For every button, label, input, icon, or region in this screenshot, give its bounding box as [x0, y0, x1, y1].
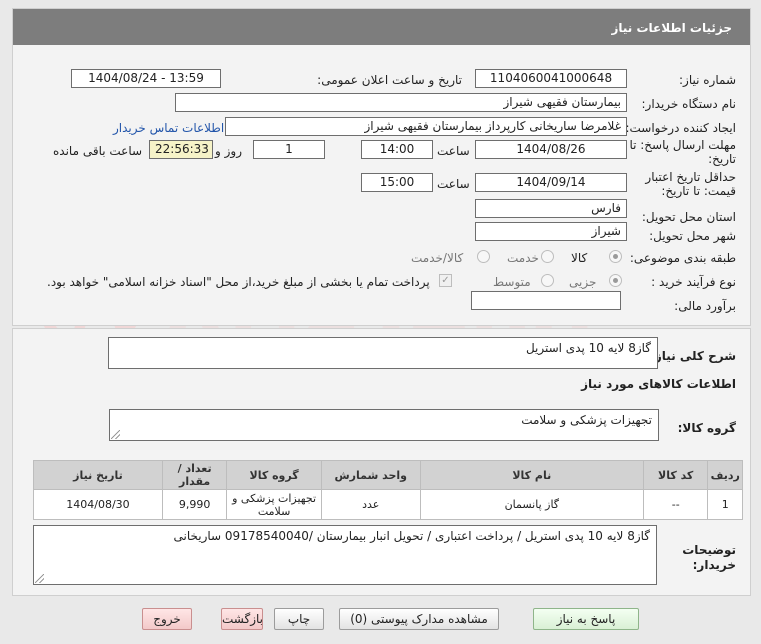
process-radio-minor[interactable] — [609, 274, 622, 287]
goods-group-text: تجهیزات پزشکی و سلامت — [521, 413, 652, 427]
col-group: گروه کالا — [226, 460, 322, 490]
requester-label: ایجاد کننده درخواست: — [625, 121, 736, 135]
deadline-label-line1: مهلت ارسال پاسخ: تا — [629, 138, 736, 152]
col-date: تاریخ نیاز — [33, 460, 163, 490]
province-label: استان محل تحویل: — [641, 210, 736, 224]
process-option-minor: جزیی — [569, 275, 597, 289]
buyer-notes-text: گاز8 لایه 10 پدی استریل / پرداخت اعتباری… — [173, 529, 650, 543]
buyer-notes-field: گاز8 لایه 10 پدی استریل / پرداخت اعتباری… — [33, 525, 657, 585]
attachments-button[interactable]: مشاهده مدارک پیوستی (0) — [339, 608, 499, 630]
requester-field: غلامرضا ساریخانی کارپرداز بیمارستان فقیه… — [225, 117, 627, 136]
city-label: شهر محل تحویل: — [649, 229, 736, 243]
city-field: شیراز — [475, 222, 627, 241]
deadline-date-field: 1404/08/26 — [475, 140, 627, 159]
cell-quantity: 9,990 — [161, 489, 228, 520]
print-button[interactable]: چاپ — [274, 608, 324, 630]
resize-grip-icon[interactable] — [111, 430, 120, 439]
summary-text: گاز8 لایه 10 پدی استریل — [525, 341, 651, 355]
province-field: فارس — [475, 199, 627, 218]
validity-label-line1: حداقل تاریخ اعتبار — [645, 170, 736, 184]
treasury-payment-note: پرداخت تمام یا بخشی از مبلغ خرید،از محل … — [47, 275, 430, 289]
category-radio-service[interactable] — [541, 250, 554, 263]
need-number-field: 1104060041000648 — [475, 69, 627, 88]
cell-code: -- — [642, 489, 709, 520]
process-label: نوع فرآیند خرید : — [651, 275, 736, 289]
cell-name: گاز پانسمان — [419, 489, 644, 520]
buyer-notes-label-line2: خریدار: — [692, 558, 736, 572]
validity-time-label: ساعت — [437, 177, 470, 191]
buyer-org-field: بیمارستان فقیهی شیراز — [175, 93, 627, 112]
estimate-label: برآورد مالی: — [674, 299, 736, 313]
goods-info-title: اطلاعات کالاهای مورد نیاز — [581, 377, 736, 391]
col-code: کد کالا — [642, 460, 709, 490]
deadline-time-label: ساعت — [437, 144, 470, 158]
col-name: نام کالا — [419, 460, 644, 490]
cell-date: 1404/08/30 — [33, 489, 163, 520]
days-and-label: روز و — [215, 144, 242, 158]
buyer-org-label: نام دستگاه خریدار: — [641, 97, 737, 111]
table-row: 1 -- گاز پانسمان عدد تجهیزات پزشکی و سلا… — [33, 489, 743, 520]
page-title: جزئیات اطلاعات نیاز — [13, 9, 750, 45]
cell-group: تجهیزات پزشکی و سلامت — [226, 489, 322, 520]
days-field: 1 — [253, 140, 325, 159]
deadline-time-field: 14:00 — [361, 140, 433, 159]
need-info-panel: جزئیات اطلاعات نیاز شماره نیاز: 11040600… — [12, 8, 751, 326]
col-quantity: تعداد / مقدار — [161, 460, 228, 490]
need-number-label: شماره نیاز: — [679, 73, 736, 87]
announce-label: تاریخ و ساعت اعلان عمومی: — [317, 73, 462, 87]
goods-table-header: ردیف کد کالا نام کالا واحد شمارش گروه کا… — [33, 460, 743, 490]
category-option-service: خدمت — [507, 251, 539, 265]
summary-field: گاز8 لایه 10 پدی استریل — [108, 337, 658, 369]
exit-button[interactable]: خروج — [142, 608, 192, 630]
cell-unit: عدد — [320, 489, 421, 520]
process-option-medium: متوسط — [493, 275, 531, 289]
remaining-time-label: ساعت باقی مانده — [53, 144, 143, 158]
category-radio-goods[interactable] — [609, 250, 622, 263]
validity-label-line2: قیمت: تا تاریخ: — [661, 184, 736, 198]
category-radio-goods-service[interactable] — [477, 250, 490, 263]
back-button[interactable]: بازگشت — [221, 608, 263, 630]
resize-grip-icon[interactable] — [35, 574, 44, 583]
need-details-panel: شرح کلی نیاز: گاز8 لایه 10 پدی استریل اط… — [12, 328, 751, 596]
validity-date-field: 1404/09/14 — [475, 173, 627, 192]
buyer-notes-label-line1: توضیحات — [682, 543, 736, 557]
category-option-goods-service: کالا/خدمت — [411, 251, 464, 265]
goods-group-label: گروه کالا: — [677, 421, 736, 435]
process-radio-medium[interactable] — [541, 274, 554, 287]
col-unit: واحد شمارش — [320, 460, 421, 490]
category-label: طبقه بندی موضوعی: — [629, 251, 736, 265]
summary-label: شرح کلی نیاز: — [650, 349, 736, 363]
col-row: ردیف — [707, 460, 743, 490]
goods-group-field: تجهیزات پزشکی و سلامت — [109, 409, 659, 441]
goods-table: ردیف کد کالا نام کالا واحد شمارش گروه کا… — [33, 460, 743, 520]
treasury-payment-checkbox[interactable]: ✓ — [439, 274, 452, 287]
remaining-time-field: 22:56:33 — [149, 140, 213, 159]
deadline-label-line2: تاریخ: — [708, 152, 736, 166]
category-option-goods: کالا — [571, 251, 588, 265]
announce-field: 1404/08/24 - 13:59 — [71, 69, 221, 88]
buyer-contact-link[interactable]: اطلاعات تماس خریدار — [113, 121, 224, 135]
estimate-field — [471, 291, 621, 310]
validity-time-field: 15:00 — [361, 173, 433, 192]
cell-row: 1 — [707, 489, 743, 520]
reply-button[interactable]: پاسخ به نیاز — [533, 608, 639, 630]
